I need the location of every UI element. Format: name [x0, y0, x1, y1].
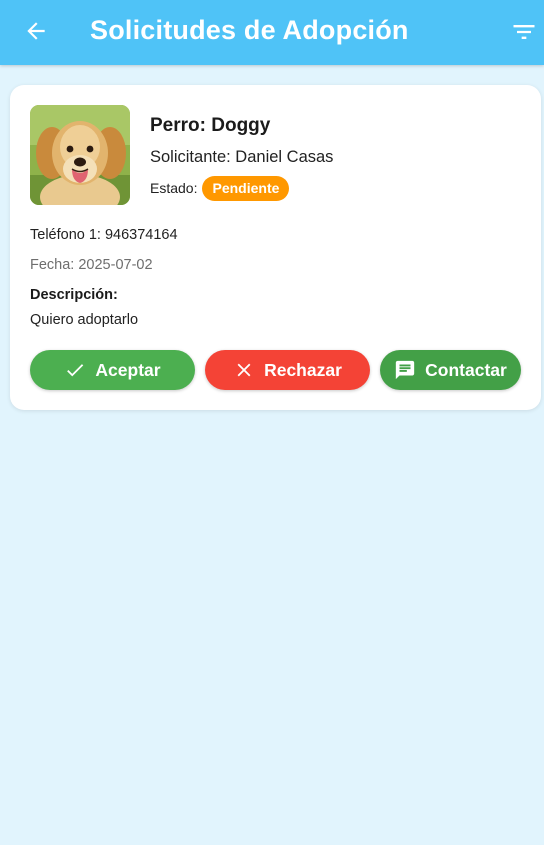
- reject-button-label: Rechazar: [264, 359, 342, 380]
- filter-list-icon: [513, 25, 535, 39]
- phone-number: Teléfono 1: 946374164: [30, 227, 178, 243]
- accept-button[interactable]: Aceptar: [30, 350, 195, 390]
- chat-icon: [395, 360, 415, 380]
- contact-button[interactable]: Contactar: [380, 350, 521, 390]
- description-label: Descripción:: [30, 287, 118, 303]
- request-date: Fecha: 2025-07-02: [30, 257, 153, 273]
- contact-button-label: Contactar: [425, 359, 507, 380]
- applicant-name: Solicitante: Daniel Casas: [150, 148, 334, 166]
- status-row: Estado: Pendiente: [150, 175, 290, 201]
- arrow-left-icon: [27, 22, 45, 40]
- accept-button-label: Aceptar: [95, 359, 161, 380]
- adoption-request-card: Perro: Doggy Solicitante: Daniel Casas E…: [10, 85, 541, 410]
- status-badge: Pendiente: [202, 175, 290, 201]
- check-icon: [67, 364, 84, 377]
- description-text: Quiero adoptarlo: [30, 312, 139, 328]
- pet-photo: [30, 105, 130, 205]
- status-label: Estado:: [150, 180, 198, 196]
- app-bar: Solicitudes de Adopción: [0, 0, 544, 65]
- back-button[interactable]: [22, 17, 50, 45]
- close-icon: [237, 363, 251, 377]
- page-title: Solicitudes de Adopción: [90, 15, 409, 45]
- reject-button[interactable]: Rechazar: [205, 350, 370, 390]
- filter-button[interactable]: [510, 18, 538, 46]
- pet-name: Perro: Doggy: [150, 115, 271, 136]
